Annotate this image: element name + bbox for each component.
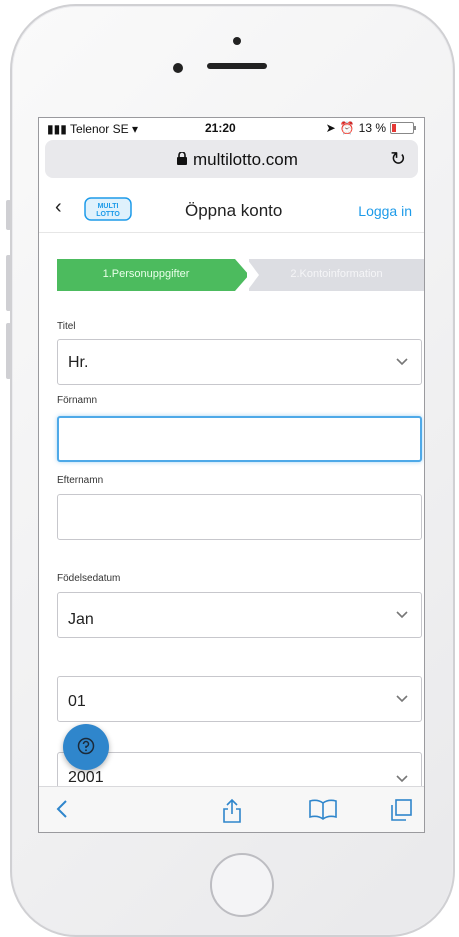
firstname-label: Förnamn [57, 395, 98, 406]
firstname-input[interactable] [57, 416, 422, 462]
multilotto-logo: MULTI LOTTO [84, 197, 132, 221]
page-header: ‹ MULTI LOTTO Öppna konto Logga in [39, 188, 424, 233]
title-select-value: Hr. [68, 354, 89, 371]
screen: ▮▮▮ Telenor SE ▾ 21:20 ➤ ⏰ 13 % multilot… [38, 117, 425, 833]
battery-percent: 13 % [358, 121, 386, 135]
wifi-icon: ▾ [131, 122, 139, 136]
question-icon [77, 737, 95, 755]
battery-icon [390, 122, 416, 134]
svg-text:LOTTO: LOTTO [96, 211, 120, 218]
step-label: 1.Personuppgifter [102, 268, 190, 280]
help-button[interactable] [63, 724, 109, 770]
home-button[interactable] [210, 853, 274, 917]
step-label: 2.Kontoinformation [290, 268, 383, 280]
tabs-icon[interactable] [389, 798, 413, 822]
back-arrow-icon[interactable] [55, 798, 69, 820]
location-icon: ➤ [325, 121, 336, 135]
back-chevron-icon[interactable]: ‹ [55, 196, 62, 219]
address-bar[interactable]: multilotto.com ↻ [45, 140, 418, 178]
svg-text:MULTI: MULTI [98, 203, 119, 210]
url-text: multilotto.com [193, 150, 298, 169]
earpiece-speaker [207, 63, 267, 69]
birth-month-select[interactable]: Jan [57, 592, 422, 638]
lastname-label: Efternamn [57, 475, 104, 486]
lastname-input[interactable] [57, 494, 422, 540]
birth-day-value: 01 [68, 693, 86, 710]
share-icon[interactable] [221, 798, 243, 824]
progress-steps: 1.Personuppgifter 2.Kontoinformation [57, 259, 424, 291]
status-time: 21:20 [205, 121, 236, 135]
carrier-label: ▮▮▮ Telenor SE ▾ [47, 122, 139, 136]
chevron-down-icon [396, 611, 408, 619]
browser-toolbar [39, 786, 424, 832]
reload-icon[interactable]: ↻ [390, 148, 406, 171]
step-personal-info: 1.Personuppgifter [57, 259, 249, 291]
proximity-sensor [233, 37, 241, 45]
login-link[interactable]: Logga in [358, 203, 412, 219]
title-select[interactable]: Hr. [57, 339, 422, 385]
lock-icon [177, 152, 187, 165]
chevron-down-icon [396, 695, 408, 703]
status-bar: ▮▮▮ Telenor SE ▾ 21:20 ➤ ⏰ 13 % [39, 118, 424, 138]
birthdate-label: Födelsedatum [57, 573, 121, 584]
status-right: ➤ ⏰ 13 % [325, 121, 416, 135]
birth-month-value: Jan [68, 611, 94, 628]
step-account-info: 2.Kontoinformation [247, 259, 424, 291]
bookmarks-icon[interactable] [308, 798, 338, 820]
signal-icon: ▮▮▮ [47, 122, 67, 136]
birth-day-select[interactable]: 01 [57, 676, 422, 722]
page-title: Öppna konto [185, 201, 283, 220]
title-label: Titel [57, 321, 76, 332]
birth-year-value: 2001 [68, 769, 104, 786]
front-camera [173, 63, 183, 73]
chevron-down-icon [396, 358, 408, 366]
chevron-down-icon [396, 775, 408, 783]
alarm-icon: ⏰ [339, 121, 355, 135]
